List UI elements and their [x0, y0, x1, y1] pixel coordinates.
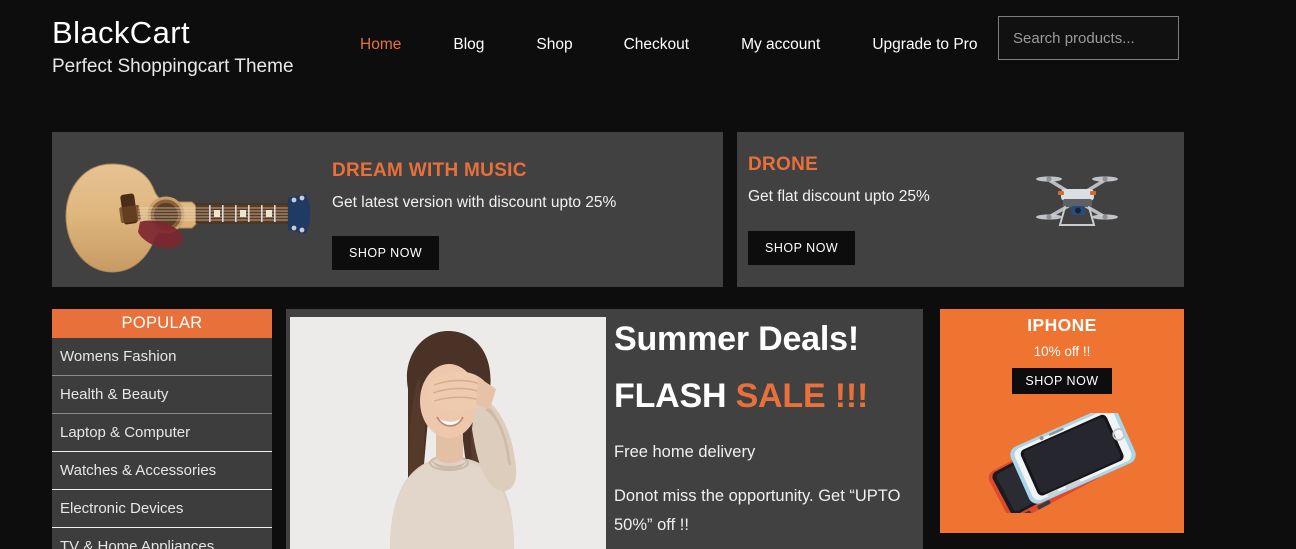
- hero-title: Summer Deals!: [614, 320, 859, 358]
- sidebar-item-laptop-computer[interactable]: Laptop & Computer: [52, 414, 272, 452]
- brand-tagline: Perfect Shoppingcart Theme: [52, 56, 294, 77]
- two-smartphones-photo: [982, 405, 1147, 522]
- sidebar-heading: POPULAR: [52, 309, 272, 338]
- drone-promo-text: DRONE Get flat discount upto 25% SHOP NO…: [748, 154, 930, 265]
- drone-promo-subtitle: Get flat discount upto 25%: [748, 188, 930, 205]
- nav-item-blog[interactable]: Blog: [453, 34, 484, 56]
- iphone-promo-card[interactable]: IPHONE 10% off !! SHOP NOW: [940, 309, 1184, 533]
- hero-sale-text: SALE !!!: [735, 377, 869, 415]
- hero-paragraph: Donot miss the opportunity. Get “UPTO 50…: [614, 487, 901, 534]
- site-header: BlackCart Perfect Shoppingcart Theme Hom…: [0, 0, 1296, 108]
- hero-copy: Summer Deals! FLASH SALE !!! Free home d…: [614, 317, 914, 540]
- popular-categories-sidebar: POPULAR Womens Fashion Health & Beauty L…: [52, 309, 272, 549]
- drone-shop-now-button[interactable]: SHOP NOW: [748, 231, 856, 265]
- main-navigation: Home Blog Shop Checkout My account Upgra…: [360, 34, 977, 56]
- acoustic-guitar-photo: [54, 144, 324, 286]
- hero-flash-text: FLASH: [614, 377, 727, 415]
- iphone-button-row: SHOP NOW: [940, 368, 1184, 394]
- music-promo-subtitle: Get latest version with discount upto 25…: [332, 194, 617, 211]
- sidebar-item-womens-fashion[interactable]: Womens Fashion: [52, 338, 272, 376]
- hero-delivery-line: Free home delivery: [614, 443, 756, 461]
- iphone-card-subtitle: 10% off !!: [1033, 344, 1091, 359]
- promo-card-music[interactable]: DREAM WITH MUSIC Get latest version with…: [52, 132, 723, 287]
- drone-promo-heading: DRONE: [748, 154, 819, 175]
- nav-item-home[interactable]: Home: [360, 34, 401, 56]
- brand-title: BlackCart: [52, 15, 190, 50]
- iphone-shop-now-button[interactable]: SHOP NOW: [1012, 368, 1112, 394]
- music-promo-heading: DREAM WITH MUSIC: [332, 160, 527, 181]
- promo-banner-row: DREAM WITH MUSIC Get latest version with…: [52, 132, 1184, 287]
- promo-card-drone[interactable]: DRONE Get flat discount upto 25% SHOP NO…: [737, 132, 1184, 287]
- sidebar-item-electronic-devices[interactable]: Electronic Devices: [52, 490, 272, 528]
- quadcopter-drone-photo: [1032, 167, 1122, 237]
- sidebar-item-watches-accessories[interactable]: Watches & Accessories: [52, 452, 272, 490]
- sidebar-item-health-beauty[interactable]: Health & Beauty: [52, 376, 272, 414]
- search-input[interactable]: [1013, 29, 1164, 47]
- music-shop-now-button[interactable]: SHOP NOW: [332, 236, 440, 270]
- hero-panel: Summer Deals! FLASH SALE !!! Free home d…: [286, 309, 923, 549]
- search-box[interactable]: [998, 16, 1179, 60]
- nav-item-upgrade-to-pro[interactable]: Upgrade to Pro: [872, 34, 977, 56]
- content-row: POPULAR Womens Fashion Health & Beauty L…: [0, 309, 1296, 549]
- woman-covering-eyes-photo: [290, 317, 606, 549]
- iphone-card-title: IPHONE: [1027, 315, 1097, 335]
- hero-title-line2: FLASH SALE !!!: [614, 374, 914, 418]
- music-promo-text: DREAM WITH MUSIC Get latest version with…: [332, 160, 616, 270]
- nav-item-my-account[interactable]: My account: [741, 34, 820, 56]
- nav-item-shop[interactable]: Shop: [536, 34, 572, 56]
- sidebar-item-tv-home-appliances[interactable]: TV & Home Appliances: [52, 528, 272, 549]
- brand-block[interactable]: BlackCart Perfect Shoppingcart Theme: [52, 14, 294, 80]
- nav-item-checkout[interactable]: Checkout: [624, 34, 689, 56]
